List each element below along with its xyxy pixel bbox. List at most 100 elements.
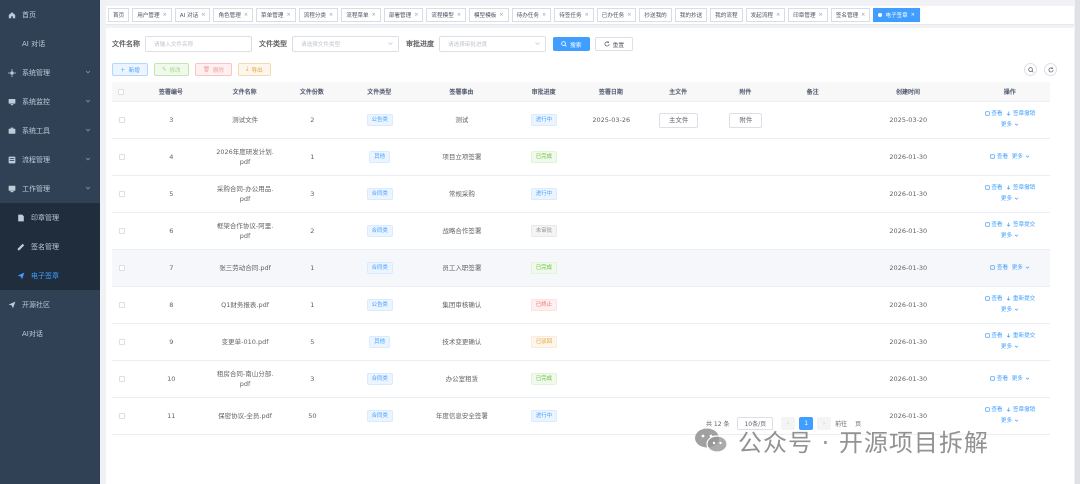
- more-button[interactable]: 更多: [1001, 307, 1019, 313]
- row-action-button[interactable]: 签章撤销: [1006, 407, 1035, 413]
- main-file-button[interactable]: 主文件: [658, 112, 699, 128]
- close-icon[interactable]: ×: [457, 12, 461, 18]
- tag-12[interactable]: 已办任务 ×: [596, 8, 637, 22]
- table-row[interactable]: 4 2026年度研发计划.pdf 1 其他 项目立项签署 已完成 2026-01-30 查看…: [112, 139, 1050, 176]
- submenu-item-0[interactable]: 印章管理: [0, 203, 100, 232]
- more-button[interactable]: 更多: [1001, 196, 1019, 202]
- checkbox[interactable]: [118, 154, 125, 160]
- more-button[interactable]: 更多: [1012, 376, 1030, 382]
- delete-button[interactable]: 🗑 删除: [194, 63, 233, 76]
- close-icon[interactable]: ×: [286, 12, 290, 18]
- row-select[interactable]: [112, 265, 131, 271]
- table-row[interactable]: 9 变更单-010.pdf 5 其他 技术变更确认 已驳回 2026-01-30 查看 重新…: [112, 324, 1050, 361]
- tag-4[interactable]: 菜单管理 ×: [256, 8, 296, 22]
- progress-select[interactable]: 请选择审批进度: [439, 36, 546, 52]
- table-row[interactable]: 6 框架合作协议-阿里.pdf 2 合同类 战略合作签署 未审批 2026-01-30 查看…: [112, 213, 1050, 250]
- submenu-item-1[interactable]: 签名管理: [0, 232, 100, 261]
- view-button[interactable]: 查看: [990, 265, 1008, 271]
- view-button[interactable]: 查看: [984, 185, 1003, 191]
- table-row[interactable]: 8 Q1财务报表.pdf 1 公告类 集团审核确认 已终止 2026-01-30 查看 重新…: [112, 287, 1050, 324]
- sidebar-bottom-item-0[interactable]: 开源社区: [0, 290, 100, 319]
- more-button[interactable]: 更多: [1012, 265, 1030, 271]
- row-select[interactable]: [112, 376, 131, 382]
- tag-3[interactable]: 角色管理 ×: [213, 8, 254, 22]
- checkbox[interactable]: [118, 117, 125, 123]
- row-select[interactable]: [112, 413, 131, 419]
- table-row[interactable]: 3 测试文件 2 公告类 测试 进行中 2025-03-26 主文件 附件 2025-03-20 …: [112, 102, 1050, 139]
- row-action-button[interactable]: 签章提交: [1006, 222, 1035, 228]
- export-button[interactable]: ⤓ 导出: [238, 63, 271, 76]
- close-icon[interactable]: ×: [911, 12, 915, 18]
- tag-13[interactable]: 抄送我的: [639, 8, 672, 22]
- tag-1[interactable]: 用户管理 ×: [132, 8, 172, 22]
- sidebar-item-4[interactable]: 系统工具: [0, 116, 100, 145]
- edit-button[interactable]: ✎ 修改: [153, 63, 189, 76]
- view-button[interactable]: 查看: [984, 111, 1003, 117]
- more-button[interactable]: 更多: [1001, 344, 1019, 350]
- checkbox[interactable]: [118, 413, 125, 419]
- search-button[interactable]: 搜索: [553, 37, 590, 51]
- sidebar-item-5[interactable]: 流程管理: [0, 145, 100, 174]
- close-icon[interactable]: ×: [627, 12, 631, 18]
- file-name-input[interactable]: 请输入文件名称: [145, 36, 252, 52]
- table-row[interactable]: 11 保密协议-全员.pdf 50 合同类 年度信息安全签署 进行中 2026-01-30 …: [112, 398, 1050, 435]
- row-select[interactable]: [112, 154, 131, 160]
- close-icon[interactable]: ×: [414, 12, 418, 18]
- tag-15[interactable]: 我的流程: [710, 8, 743, 22]
- row-action-button[interactable]: 签章撤销: [1006, 185, 1035, 191]
- row-select[interactable]: [112, 302, 131, 308]
- select-all[interactable]: [112, 88, 131, 95]
- tag-19[interactable]: 电子签章 ×: [873, 8, 920, 22]
- row-action-button[interactable]: 重新提交: [1006, 333, 1035, 339]
- refresh-table-button[interactable]: [1044, 63, 1057, 76]
- tag-17[interactable]: 印章管理 ×: [788, 8, 828, 22]
- close-icon[interactable]: ×: [201, 12, 205, 18]
- attachment-button[interactable]: 附件: [729, 112, 763, 128]
- close-icon[interactable]: ×: [244, 12, 248, 18]
- view-button[interactable]: 查看: [984, 222, 1003, 228]
- table-row[interactable]: 7 张三劳动合同.pdf 1 合同类 员工入职签署 已完成 2026-01-30 查看 更多: [112, 250, 1050, 287]
- more-button[interactable]: 更多: [1001, 122, 1019, 128]
- close-icon[interactable]: ×: [585, 12, 589, 18]
- tag-0[interactable]: 首页: [108, 8, 130, 22]
- row-select[interactable]: [112, 228, 131, 234]
- close-icon[interactable]: ×: [372, 12, 376, 18]
- table-row[interactable]: 10 租房合同-南山分部.pdf 3 合同类 办公室租赁 已完成 2026-01-30 查看…: [112, 361, 1050, 398]
- sidebar-item-0[interactable]: 首页: [0, 0, 100, 29]
- more-button[interactable]: 更多: [1001, 418, 1019, 424]
- sidebar-item-1[interactable]: AI 对话: [0, 29, 100, 58]
- page-size-select[interactable]: 10条/页: [737, 416, 774, 430]
- submenu-item-2[interactable]: 电子签章: [0, 261, 100, 290]
- more-button[interactable]: 更多: [1012, 154, 1030, 160]
- tag-14[interactable]: 我的抄送: [674, 8, 708, 22]
- toggle-search-button[interactable]: [1024, 63, 1037, 76]
- table-row[interactable]: 5 采购合同-办公用品.pdf 3 合同类 常规采购 进行中 2026-01-30 查看 签…: [112, 176, 1050, 213]
- reset-button[interactable]: 重置: [594, 37, 634, 51]
- close-icon[interactable]: ×: [499, 12, 503, 18]
- close-icon[interactable]: ×: [819, 12, 823, 18]
- view-button[interactable]: 查看: [990, 154, 1008, 160]
- close-icon[interactable]: ×: [163, 12, 167, 18]
- sidebar-item-6[interactable]: 工作管理: [0, 174, 100, 203]
- tag-7[interactable]: 部署管理 ×: [383, 8, 424, 22]
- close-icon[interactable]: ×: [542, 12, 546, 18]
- checkbox[interactable]: [118, 302, 125, 308]
- tag-5[interactable]: 流程分类 ×: [298, 8, 339, 22]
- checkbox[interactable]: [118, 88, 125, 95]
- view-button[interactable]: 查看: [984, 407, 1003, 413]
- row-action-button[interactable]: 签章撤销: [1006, 111, 1035, 117]
- view-button[interactable]: 查看: [984, 296, 1003, 302]
- checkbox[interactable]: [118, 265, 125, 271]
- close-icon[interactable]: ×: [776, 12, 780, 18]
- row-select[interactable]: [112, 339, 131, 345]
- view-button[interactable]: 查看: [984, 333, 1003, 339]
- row-select[interactable]: [112, 117, 131, 123]
- prev-page-button[interactable]: ‹: [781, 416, 796, 430]
- add-button[interactable]: ＋新增: [112, 63, 148, 76]
- tag-2[interactable]: AI 对话 ×: [174, 8, 211, 22]
- row-action-button[interactable]: 重新提交: [1006, 296, 1035, 302]
- tag-6[interactable]: 流程菜单 ×: [341, 8, 381, 22]
- tag-9[interactable]: 模型模板 ×: [469, 8, 509, 22]
- more-button[interactable]: 更多: [1001, 233, 1019, 239]
- checkbox[interactable]: [118, 376, 125, 382]
